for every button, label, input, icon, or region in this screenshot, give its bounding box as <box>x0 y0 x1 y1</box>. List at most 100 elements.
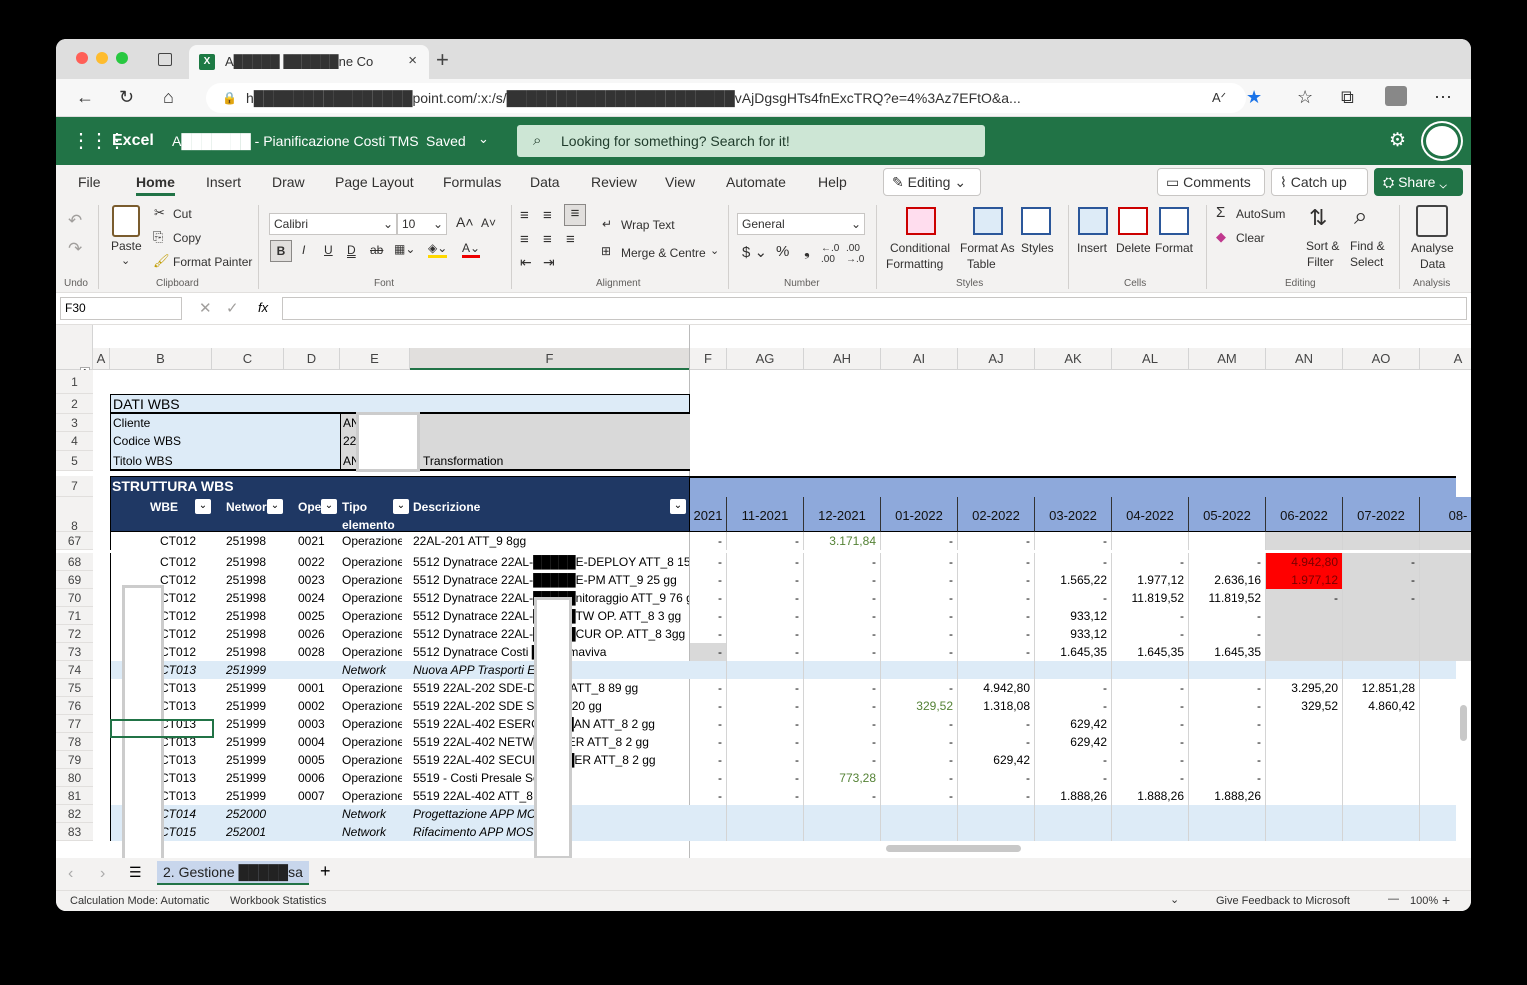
column-header-right[interactable]: A <box>1420 348 1471 370</box>
sort-filter-button[interactable]: Sort & <box>1306 239 1339 253</box>
month-header[interactable]: 07-2022 <box>1343 497 1420 532</box>
column-header-right[interactable]: AH <box>804 348 881 370</box>
month-value-cell[interactable]: - <box>804 571 881 589</box>
month-value-cell[interactable] <box>1420 625 1471 643</box>
tipo-cell[interactable]: Operazione <box>342 532 402 550</box>
network-cell[interactable]: 251998 <box>226 532 286 550</box>
tipo-cell[interactable]: Operazione <box>342 625 402 643</box>
chevron-down-icon[interactable]: ⌄ <box>478 131 489 147</box>
filter-dropdown-icon[interactable]: ⌄ <box>195 499 211 514</box>
wbe-cell[interactable]: CT012 <box>160 643 220 661</box>
month-value-cell[interactable] <box>727 661 804 679</box>
chevron-down-icon[interactable]: ⌄ <box>710 244 719 257</box>
month-value-cell[interactable]: 329,52 <box>1266 697 1343 715</box>
network-cell[interactable]: 251998 <box>226 607 286 625</box>
month-value-cell[interactable]: - <box>881 589 958 607</box>
month-value-cell[interactable] <box>804 661 881 679</box>
month-value-cell[interactable]: 1.888,26 <box>1035 787 1112 805</box>
month-value-cell[interactable]: - <box>1343 553 1420 571</box>
more-menu-icon[interactable]: ⋯ <box>1434 87 1452 108</box>
italic-button[interactable]: I <box>302 243 305 257</box>
month-value-cell[interactable]: 933,12 <box>1035 625 1112 643</box>
column-header-right[interactable]: AL <box>1112 348 1189 370</box>
network-cell[interactable]: 251998 <box>226 625 286 643</box>
month-value-cell[interactable]: 329,52 <box>881 697 958 715</box>
month-value-cell[interactable]: - <box>727 679 804 697</box>
row-header[interactable]: 77 <box>56 715 93 733</box>
analyse-data-button[interactable]: Analyse <box>1411 241 1454 255</box>
network-cell[interactable]: 251999 <box>226 751 286 769</box>
month-value-cell[interactable]: 1.977,12 <box>1266 571 1343 589</box>
month-value-cell[interactable] <box>1343 532 1420 550</box>
search-box[interactable]: ⌕ Looking for something? Search for it! <box>517 125 985 157</box>
month-header[interactable]: 01-2022 <box>881 497 958 532</box>
month-value-cell[interactable] <box>1343 787 1420 805</box>
tab-file[interactable]: File <box>78 174 101 190</box>
month-value-cell[interactable]: - <box>727 769 804 787</box>
month-value-cell[interactable]: - <box>690 553 727 571</box>
month-value-cell[interactable] <box>881 823 958 841</box>
month-value-cell[interactable] <box>1266 823 1343 841</box>
month-value-cell[interactable]: - <box>1266 589 1343 607</box>
month-value-cell[interactable] <box>1035 823 1112 841</box>
bold-button[interactable]: B <box>270 240 292 262</box>
align-right-icon[interactable]: ≡ <box>566 231 575 248</box>
month-value-cell[interactable] <box>1112 823 1189 841</box>
increase-font-icon[interactable]: A˄ <box>456 214 474 230</box>
wbe-cell[interactable]: CT013 <box>160 751 220 769</box>
month-value-cell[interactable] <box>1343 643 1420 661</box>
month-value-cell[interactable]: - <box>1112 715 1189 733</box>
month-value-cell[interactable] <box>1266 607 1343 625</box>
row-header[interactable]: 71 <box>56 607 93 625</box>
tab-home[interactable]: Home <box>136 174 175 196</box>
month-value-cell[interactable]: - <box>881 571 958 589</box>
month-value-cell[interactable]: - <box>727 787 804 805</box>
increase-decimal-icon[interactable]: ←.0.00 <box>821 243 839 265</box>
month-value-cell[interactable]: - <box>958 625 1035 643</box>
network-cell[interactable]: 251999 <box>226 733 286 751</box>
decrease-indent-icon[interactable]: ⇤ <box>520 254 532 271</box>
month-value-cell[interactable]: - <box>727 697 804 715</box>
tipo-cell[interactable]: Operazione <box>342 589 402 607</box>
month-value-cell[interactable]: - <box>727 532 804 550</box>
month-value-cell[interactable]: - <box>881 751 958 769</box>
copy-button[interactable]: Copy <box>173 231 201 245</box>
format-cells-button[interactable]: Format <box>1155 241 1193 255</box>
header-descrizione[interactable]: Descrizione <box>413 500 480 514</box>
row-header[interactable]: 79 <box>56 751 93 769</box>
decrease-decimal-icon[interactable]: .00 →.0 <box>846 243 864 265</box>
month-value-cell[interactable]: 1.645,35 <box>1189 643 1266 661</box>
month-value-cell[interactable] <box>1343 805 1420 823</box>
column-header-a[interactable]: A <box>93 348 110 370</box>
month-value-cell[interactable]: - <box>690 625 727 643</box>
month-value-cell[interactable]: - <box>1112 607 1189 625</box>
account-avatar[interactable] <box>1423 123 1461 159</box>
profile-icon[interactable] <box>1385 86 1407 106</box>
row-header[interactable]: 8 <box>56 497 93 533</box>
strikethrough-button[interactable]: ab <box>370 243 383 257</box>
sidebar-icon[interactable] <box>158 53 172 66</box>
paste-icon[interactable] <box>112 205 140 237</box>
tipo-cell[interactable]: Operazione <box>342 787 402 805</box>
month-value-cell[interactable]: - <box>1035 589 1112 607</box>
month-value-cell[interactable] <box>1420 571 1471 589</box>
tipo-cell[interactable]: Operazione <box>342 697 402 715</box>
month-value-cell[interactable]: 8.( <box>1420 679 1471 697</box>
header-wbe[interactable]: WBE <box>150 500 178 514</box>
find-select-button[interactable]: Find & <box>1350 239 1385 253</box>
month-value-cell[interactable]: - <box>804 589 881 607</box>
month-value-cell[interactable] <box>804 805 881 823</box>
month-header[interactable]: 12-2021 <box>804 497 881 532</box>
month-value-cell[interactable] <box>1420 553 1471 571</box>
wbe-cell[interactable]: CT012 <box>160 553 220 571</box>
filter-dropdown-icon[interactable]: ⌄ <box>670 499 686 514</box>
network-cell[interactable]: 251999 <box>226 697 286 715</box>
tab-view[interactable]: View <box>665 174 695 190</box>
month-value-cell[interactable] <box>1343 733 1420 751</box>
workbook-statistics[interactable]: Workbook Statistics <box>230 895 326 907</box>
month-value-cell[interactable]: - <box>881 733 958 751</box>
wbe-cell[interactable]: CT012 <box>160 607 220 625</box>
month-value-cell[interactable] <box>1035 805 1112 823</box>
column-header-right[interactable]: AJ <box>958 348 1035 370</box>
tipo-cell[interactable]: Network <box>342 823 402 841</box>
